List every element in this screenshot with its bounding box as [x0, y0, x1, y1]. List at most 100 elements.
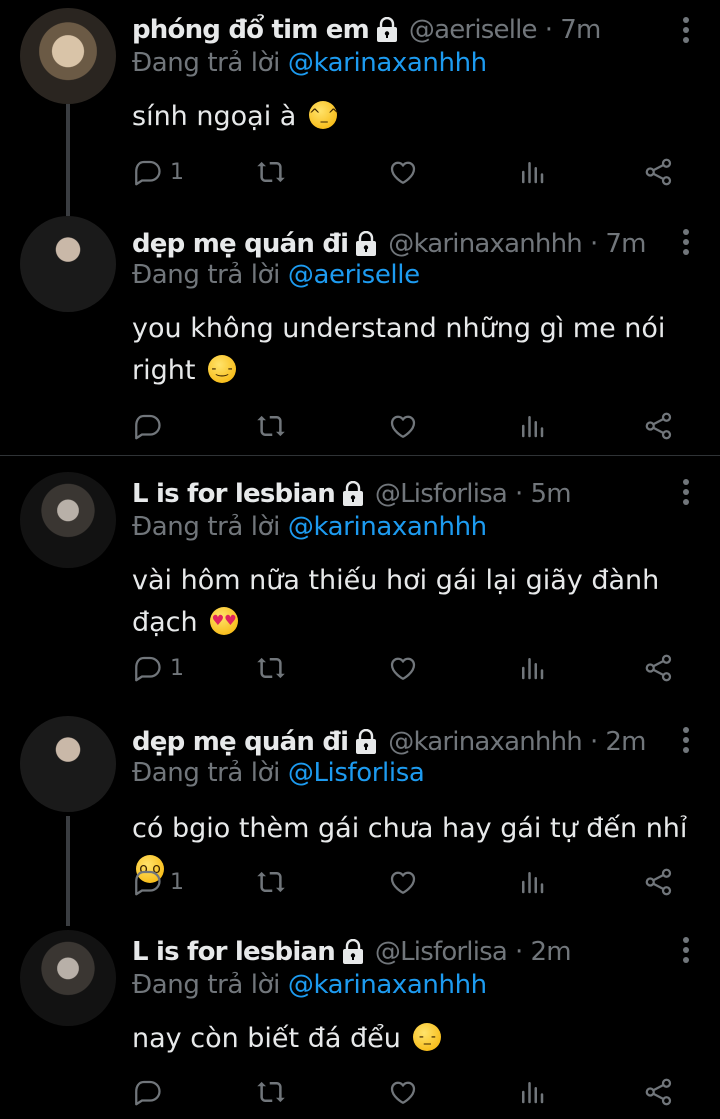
action-bar — [132, 1076, 692, 1108]
replying-to: Đang trả lời @karinaxanhhh — [132, 970, 487, 1000]
share-icon — [644, 653, 674, 683]
action-bar: 1 — [132, 652, 692, 684]
retweet-button[interactable] — [256, 866, 286, 898]
tweet-header: dẹp mẹ quán đi @karinaxanhhh · 7m — [132, 226, 662, 262]
retweet-button[interactable] — [256, 156, 286, 188]
tweet-text-content: nay còn biết đá đểu — [132, 1023, 401, 1054]
like-button[interactable] — [388, 652, 418, 684]
reply-count: 1 — [170, 655, 184, 681]
reply-button[interactable]: 1 — [132, 652, 184, 684]
tweet-text: nay còn biết đá đểu -_- — [132, 1018, 696, 1060]
tweet-text-content: có bgio thèm gái chưa hay gái tự đến nhỉ — [132, 813, 688, 844]
more-icon[interactable] — [682, 936, 690, 964]
stats-icon — [517, 653, 547, 683]
like-button[interactable] — [388, 1076, 418, 1108]
replying-to: Đang trả lời @Lisforlisa — [132, 758, 425, 788]
stats-button[interactable] — [517, 410, 547, 442]
mention-link[interactable]: @aeriselle — [288, 260, 420, 290]
reply-icon — [132, 867, 162, 897]
stats-button[interactable] — [517, 1076, 547, 1108]
like-button[interactable] — [388, 156, 418, 188]
share-button[interactable] — [644, 156, 674, 188]
separator-dot: · — [544, 15, 553, 45]
replying-to-label: Đang trả lời — [132, 48, 280, 78]
share-icon — [644, 867, 674, 897]
more-icon[interactable] — [682, 228, 690, 256]
separator-dot: · — [515, 937, 523, 967]
like-icon — [388, 867, 418, 897]
retweet-icon — [256, 653, 286, 683]
stats-button[interactable] — [517, 156, 547, 188]
username[interactable]: @karinaxanhhh — [388, 229, 583, 259]
tweet-header: L is for lesbian @Lisforlisa · 5m — [132, 476, 662, 512]
replying-to-label: Đang trả lời — [132, 758, 280, 788]
like-button[interactable] — [388, 866, 418, 898]
retweet-icon — [256, 157, 286, 187]
timestamp[interactable]: 5m — [531, 479, 572, 509]
reply-button[interactable] — [132, 1076, 170, 1108]
tweet-header: phóng đổ tim em @aeriselle · 7m — [132, 12, 662, 48]
avatar[interactable] — [20, 8, 116, 104]
reply-count: 1 — [170, 869, 184, 895]
tweet[interactable]: dẹp mẹ quán đi @karinaxanhhh · 7m Đang t… — [0, 216, 720, 455]
timestamp[interactable]: 7m — [560, 15, 601, 45]
reply-button[interactable]: 1 — [132, 866, 184, 898]
stats-button[interactable] — [517, 652, 547, 684]
more-icon[interactable] — [682, 726, 690, 754]
retweet-button[interactable] — [256, 410, 286, 442]
avatar[interactable] — [20, 930, 116, 1026]
action-bar: 1 — [132, 866, 692, 898]
retweet-button[interactable] — [256, 652, 286, 684]
tweet-header: dẹp mẹ quán đi @karinaxanhhh · 2m — [132, 724, 662, 760]
reply-button[interactable]: 1 — [132, 156, 184, 188]
username[interactable]: @aeriselle — [409, 15, 538, 45]
lock-icon — [354, 729, 378, 755]
username[interactable]: @Lisforlisa — [375, 937, 508, 967]
mention-link[interactable]: @Lisforlisa — [288, 758, 425, 788]
action-bar: 1 — [132, 156, 692, 188]
display-name[interactable]: dẹp mẹ quán đi — [132, 229, 349, 259]
lock-icon — [341, 481, 365, 507]
avatar[interactable] — [20, 716, 116, 812]
replying-to: Đang trả lời @aeriselle — [132, 260, 420, 290]
tweet[interactable]: L is for lesbian @Lisforlisa · 5m Đang t… — [0, 456, 720, 716]
display-name[interactable]: dẹp mẹ quán đi — [132, 727, 349, 757]
tweet-text: you không understand những gì me nói rig… — [132, 308, 696, 392]
username[interactable]: @Lisforlisa — [375, 479, 508, 509]
display-name[interactable]: phóng đổ tim em — [132, 15, 370, 45]
share-button[interactable] — [644, 410, 674, 442]
display-name[interactable]: L is for lesbian — [132, 937, 336, 967]
mention-link[interactable]: @karinaxanhhh — [288, 970, 487, 1000]
avatar[interactable] — [20, 216, 116, 312]
reply-icon — [132, 157, 162, 187]
share-button[interactable] — [644, 652, 674, 684]
like-icon — [388, 157, 418, 187]
tweet[interactable]: L is for lesbian @Lisforlisa · 2m Đang t… — [0, 926, 720, 1119]
mention-link[interactable]: @karinaxanhhh — [288, 512, 487, 542]
more-icon[interactable] — [682, 478, 690, 506]
like-button[interactable] — [388, 410, 418, 442]
more-icon[interactable] — [682, 16, 690, 44]
share-button[interactable] — [644, 1076, 674, 1108]
replying-to-label: Đang trả lời — [132, 512, 280, 542]
reply-button[interactable] — [132, 410, 170, 442]
timestamp[interactable]: 7m — [605, 229, 646, 259]
timestamp[interactable]: 2m — [531, 937, 572, 967]
share-button[interactable] — [644, 866, 674, 898]
tweet[interactable]: phóng đổ tim em @aeriselle · 7m Đang trả… — [0, 0, 720, 216]
heart-eyes-emoji: ♥♥ — [210, 607, 239, 635]
stats-button[interactable] — [517, 866, 547, 898]
lock-icon — [375, 17, 399, 43]
timestamp[interactable]: 2m — [605, 727, 646, 757]
action-bar — [132, 410, 692, 442]
like-icon — [388, 1077, 418, 1107]
tweet-text-content: sính ngoại à — [132, 101, 297, 132]
tweet[interactable]: dẹp mẹ quán đi @karinaxanhhh · 2m Đang t… — [0, 716, 720, 926]
avatar[interactable] — [20, 472, 116, 568]
display-name[interactable]: L is for lesbian — [132, 479, 336, 509]
mention-link[interactable]: @karinaxanhhh — [288, 48, 487, 78]
separator-dot: · — [515, 479, 523, 509]
retweet-button[interactable] — [256, 1076, 286, 1108]
username[interactable]: @karinaxanhhh — [388, 727, 583, 757]
lock-icon — [341, 939, 365, 965]
